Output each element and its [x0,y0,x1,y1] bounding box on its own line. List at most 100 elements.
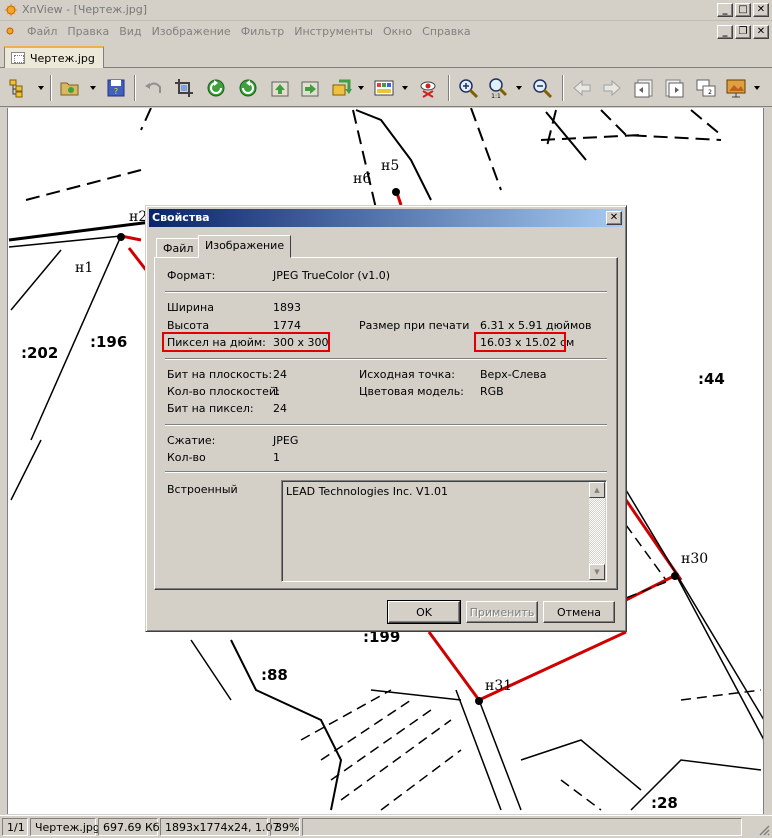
planes-value: 1 [273,385,280,398]
group-separator [165,358,607,360]
menu-item-5[interactable]: Инструменты [289,24,378,39]
document-minimize-button[interactable]: _ [717,25,733,39]
xnview-logo-icon [4,3,18,17]
zoom-out-icon[interactable] [530,76,554,100]
document-caption-buttons: _ ❐ ✕ [717,25,769,39]
menu-item-6[interactable]: Окно [378,24,417,39]
drawing-line [25,169,142,201]
apply-button[interactable]: Применить [466,601,538,623]
document-restore-button[interactable]: ❐ [735,25,751,39]
drawing-line [300,689,392,741]
point-label-n5: н5 [381,158,399,174]
open-folder-icon[interactable] [58,76,82,100]
tab-chertezh[interactable]: Чертеж.jpg [4,46,104,68]
bits-per-pixel-value: 24 [273,402,287,415]
dialog-close-button[interactable]: ✕ [606,211,622,225]
rotate-right-icon[interactable] [236,76,260,100]
browser-icon[interactable] [6,76,30,100]
arrow-left-icon[interactable] [570,76,594,100]
point-label-n1: н1 [75,260,93,276]
zoom-in-icon[interactable] [456,76,480,100]
group-separator [165,291,607,293]
parcel-label-88: :88 [261,666,288,684]
slideshow-icon[interactable] [724,76,748,100]
undo-icon[interactable] [142,76,166,100]
image-properties-panel: Формат: JPEG TrueColor (v1.0) Ширина 189… [154,257,618,590]
survey-point-marker [671,572,679,580]
slideshow-dropdown-icon[interactable] [754,86,760,90]
menu-item-4[interactable]: Фильтр [236,24,290,39]
resize-grip-icon[interactable] [758,824,770,836]
zoom-dropdown-icon[interactable] [516,86,522,90]
status-bar: 1/1 Чертеж.jpg 697.69 Кб 1893x1774x24, 1… [0,815,772,838]
zoom-fit-icon[interactable]: 1:1 [486,76,510,100]
count-value: 1 [273,451,280,464]
menu-items: Файл Правка Вид Изображение Фильтр Инструмент… [22,24,476,39]
first-page-icon[interactable] [632,76,656,100]
document-close-button[interactable]: ✕ [753,25,769,39]
embedded-label: Встроенный [167,483,238,496]
count-label: Кол-во [167,451,206,464]
red-eye-icon[interactable] [416,76,440,100]
print-size-cm-highlight-box [474,332,566,352]
tab-file[interactable]: Файл [156,238,201,258]
browser-dropdown-icon[interactable] [38,86,44,90]
window-titlebar[interactable]: XnView - [Чертеж.jpg] _ □ ✕ [0,0,772,21]
svg-text:2: 2 [708,89,712,96]
menu-item-7[interactable]: Справка [417,24,475,39]
adjust-colors-icon[interactable] [372,76,396,100]
properties-dialog: Свойства ✕ Файл Изображение Формат: JPEG… [145,205,627,632]
arrow-right-icon[interactable] [600,76,624,100]
crop-icon[interactable] [172,76,196,100]
open-dropdown-icon[interactable] [90,86,96,90]
point-label-n31: н31 [485,678,512,694]
toolbar: ? 1:1 2 [0,69,772,107]
menu-item-2[interactable]: Вид [114,24,146,39]
format-label: Формат: [167,269,216,282]
menu-item-0[interactable]: Файл [22,24,62,39]
drawing-line [455,689,502,811]
close-button[interactable]: ✕ [753,3,769,17]
previous-file-icon[interactable] [268,76,292,100]
next-file-icon[interactable] [298,76,322,100]
drawing-line [690,109,722,136]
print-size-inches: 6.31 x 5.91 дюймов [480,319,592,332]
canvas-left-border [0,108,7,814]
colors-dropdown-icon[interactable] [402,86,408,90]
scroll-down-icon[interactable]: ▼ [589,564,605,580]
scroll-up-icon[interactable]: ▲ [589,482,605,498]
convert-icon[interactable] [330,76,354,100]
svg-text:1:1: 1:1 [491,93,501,99]
dialog-titlebar[interactable]: Свойства [149,209,623,227]
save-icon[interactable]: ? [104,76,128,100]
document-system-icon[interactable] [4,25,16,37]
last-page-icon[interactable] [662,76,686,100]
drawing-line [190,639,232,701]
print-size-label: Размер при печати [359,319,470,332]
drawing-line [600,109,722,141]
drawing-line [340,719,452,801]
maximize-button[interactable]: □ [735,3,751,17]
embedded-scrollbar[interactable]: ▲ ▼ [589,482,605,580]
drawing-line [545,109,557,151]
drawing-line-red [625,573,677,602]
menu-bar: Файл Правка Вид Изображение Фильтр Инструмент… [0,21,772,42]
cancel-button[interactable]: Отмена [543,601,615,623]
rotate-left-icon[interactable] [204,76,228,100]
status-filename: Чертеж.jpg [30,818,100,836]
minimize-button[interactable]: _ [717,3,733,17]
multipage-icon[interactable]: 2 [694,76,718,100]
menu-item-1[interactable]: Правка [62,24,114,39]
ok-button[interactable]: OK [387,600,461,624]
embedded-info-textarea[interactable]: LEAD Technologies Inc. V1.01 ▲ ▼ [281,480,607,582]
width-label: Ширина [167,301,214,314]
point-label-n6: н6 [353,171,371,187]
menu-item-3[interactable]: Изображение [147,24,236,39]
format-value: JPEG TrueColor (v1.0) [273,269,391,282]
bits-per-pixel-label: Бит на пиксел: [167,402,254,415]
drawing-line-red [127,247,148,271]
origin-label: Исходная точка: [359,368,455,381]
convert-dropdown-icon[interactable] [358,86,364,90]
tab-image[interactable]: Изображение [198,235,292,258]
drawing-line [380,749,462,811]
